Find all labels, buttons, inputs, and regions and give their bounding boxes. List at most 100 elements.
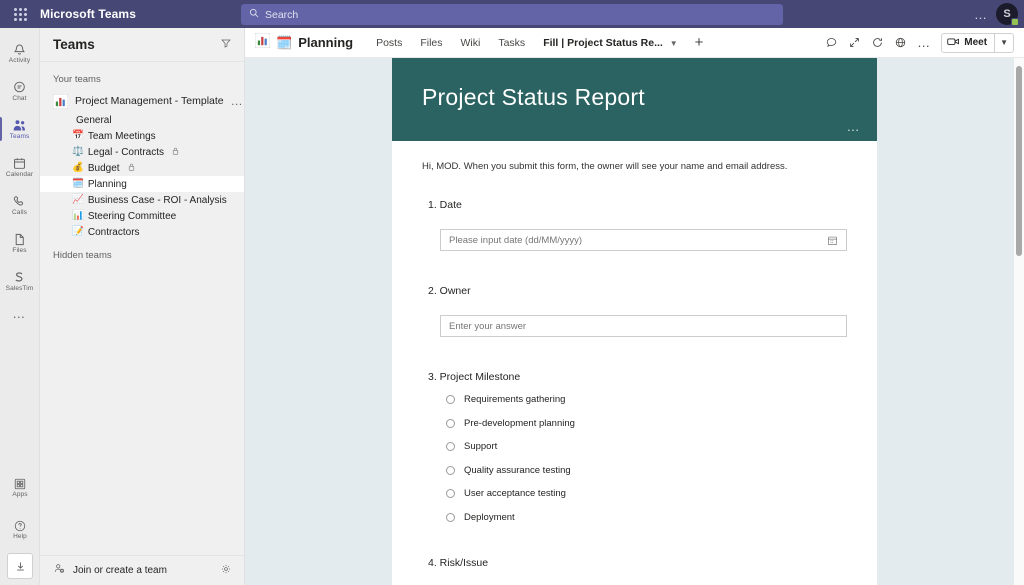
chart-increasing-emoji-icon: 📈	[72, 194, 84, 206]
sidebar-item-files[interactable]: Files	[0, 224, 40, 262]
channel-planning[interactable]: 🗓️ Planning	[40, 176, 244, 192]
bell-icon	[12, 42, 27, 57]
sidebar-item-activity[interactable]: Activity	[0, 34, 40, 72]
tab-fill-project-status-report[interactable]: Fill | Project Status Re... ▼	[534, 28, 686, 58]
radio-button[interactable]	[446, 395, 455, 404]
radio-button[interactable]	[446, 489, 455, 498]
form-canvas: Project Status Report … Hi, MOD. When yo…	[245, 58, 1024, 585]
sidebar-item-salestim[interactable]: SalesTim	[0, 262, 40, 300]
tab-files[interactable]: Files	[411, 28, 451, 58]
radio-button[interactable]	[446, 465, 455, 475]
radio-option-pre-development-planning[interactable]: Pre-development planning	[446, 418, 847, 429]
hidden-teams-label[interactable]: Hidden teams	[40, 240, 244, 261]
question-label: 2. Owner	[428, 285, 471, 297]
tab-tasks[interactable]: Tasks	[489, 28, 534, 58]
question-label: 3. Project Milestone	[428, 371, 521, 383]
sidebar-item-label: Teams	[9, 132, 30, 140]
add-team-icon	[53, 562, 66, 580]
expand-icon[interactable]	[848, 36, 861, 49]
form-greeting: Hi, MOD. When you submit this form, the …	[422, 161, 788, 172]
form-more-options-icon[interactable]: …	[847, 120, 862, 133]
lock-icon	[128, 163, 135, 173]
question-label: 4. Risk/Issue	[428, 556, 489, 569]
sidebar-item-apps[interactable]: Apps	[0, 469, 40, 507]
titlebar-right-group: … S	[974, 0, 1019, 28]
channel-budget[interactable]: 💰 Budget	[40, 160, 244, 176]
avatar[interactable]: S	[996, 3, 1019, 26]
team-row-project-management[interactable]: Project Management - Template …	[40, 90, 244, 112]
vertical-scrollbar[interactable]	[1014, 58, 1024, 585]
radio-button[interactable]	[446, 418, 455, 428]
channel-steering-committee[interactable]: 📊 Steering Committee	[40, 208, 244, 224]
filter-icon[interactable]	[220, 36, 232, 54]
radio-label: Support	[464, 441, 498, 452]
channel-name: Business Case - ROI - Analysis	[87, 194, 227, 206]
your-teams-label: Your teams	[53, 74, 101, 85]
calendar-picker-icon[interactable]	[827, 235, 838, 246]
chevron-down-icon[interactable]: ▼	[995, 38, 1013, 47]
more-options-icon[interactable]: …	[974, 8, 988, 21]
radio-option-deployment[interactable]: Deployment	[446, 512, 847, 523]
tab-wiki[interactable]: Wiki	[452, 28, 490, 58]
join-team-label: Join or create a team	[73, 565, 167, 576]
plus-icon[interactable]: +	[687, 35, 712, 50]
sidebar-item-teams[interactable]: Teams	[0, 110, 40, 148]
radio-button[interactable]	[446, 442, 455, 451]
more-apps-icon[interactable]: …	[12, 306, 27, 321]
sidebar-item-calls[interactable]: Calls	[0, 186, 40, 224]
form-title: Project Status Report	[422, 84, 645, 110]
radio-option-quality-assurance-testing[interactable]: Quality assurance testing	[446, 465, 847, 476]
sidebar-item-label: Apps	[12, 491, 28, 499]
bar-chart-team-avatar	[52, 93, 69, 109]
conversation-icon[interactable]	[825, 36, 838, 49]
tab-posts[interactable]: Posts	[367, 28, 411, 58]
channel-team-meetings[interactable]: 📅 Team Meetings	[40, 128, 244, 144]
chat-icon	[12, 80, 27, 95]
presence-badge	[1011, 18, 1019, 26]
radio-option-requirements-gathering[interactable]: Requirements gathering	[446, 394, 847, 405]
gear-icon[interactable]	[220, 562, 232, 580]
radio-button[interactable]	[446, 512, 455, 522]
app-rail: Activity Chat Teams Calendar Calls Files…	[0, 28, 40, 585]
phone-icon	[12, 194, 27, 209]
radio-option-support[interactable]: Support	[446, 441, 847, 452]
channel-general[interactable]: General	[40, 112, 244, 128]
channel-legal-contracts[interactable]: ⚖️ Legal - Contracts	[40, 144, 244, 160]
content-area: 🗓️ Planning Posts Files Wiki Tasks Fill …	[245, 28, 1024, 585]
teams-panel-header: Teams	[40, 28, 244, 62]
search-input[interactable]: Search	[241, 4, 783, 25]
app-title: Microsoft Teams	[40, 7, 136, 21]
avatar-initial: S	[1003, 8, 1011, 20]
sidebar-item-label: Chat	[12, 94, 27, 102]
channel-name: Budget	[87, 162, 120, 174]
sidebar-item-calendar[interactable]: Calendar	[0, 148, 40, 186]
more-options-icon[interactable]: …	[917, 36, 931, 49]
sidebar-item-chat[interactable]: Chat	[0, 72, 40, 110]
team-more-options-icon[interactable]: …	[231, 95, 244, 107]
open-in-browser-globe-icon[interactable]	[894, 36, 907, 49]
refresh-icon[interactable]	[871, 36, 884, 49]
owner-input[interactable]: Enter your answer	[440, 315, 847, 337]
meet-text: Meet	[964, 37, 988, 48]
channel-business-case[interactable]: 📈 Business Case - ROI - Analysis	[40, 192, 244, 208]
question-2-owner: 2. Owner Enter your answer	[422, 285, 847, 337]
meet-button[interactable]: Meet ▼	[941, 32, 1014, 53]
app-launcher-icon[interactable]	[0, 0, 40, 28]
video-camera-icon	[947, 37, 960, 49]
join-or-create-team-button[interactable]: Join or create a team	[53, 562, 167, 580]
sidebar-item-help[interactable]: Help	[0, 511, 40, 549]
channel-name: Team Meetings	[87, 130, 156, 142]
chevron-down-icon[interactable]: ▼	[670, 39, 678, 48]
bar-chart-team-avatar	[254, 32, 271, 53]
form-body: Hi, MOD. When you submit this form, the …	[392, 141, 877, 585]
channel-list: General 📅 Team Meetings ⚖️ Legal - Contr…	[40, 112, 244, 240]
radio-option-user-acceptance-testing[interactable]: User acceptance testing	[446, 488, 847, 499]
date-input[interactable]: Please input date (dd/MM/yyyy)	[440, 229, 847, 251]
channel-contractors[interactable]: 📝 Contractors	[40, 224, 244, 240]
download-icon[interactable]	[7, 553, 33, 579]
scrollbar-thumb[interactable]	[1016, 66, 1022, 256]
tab-bar-actions: … Meet ▼	[825, 32, 1016, 53]
